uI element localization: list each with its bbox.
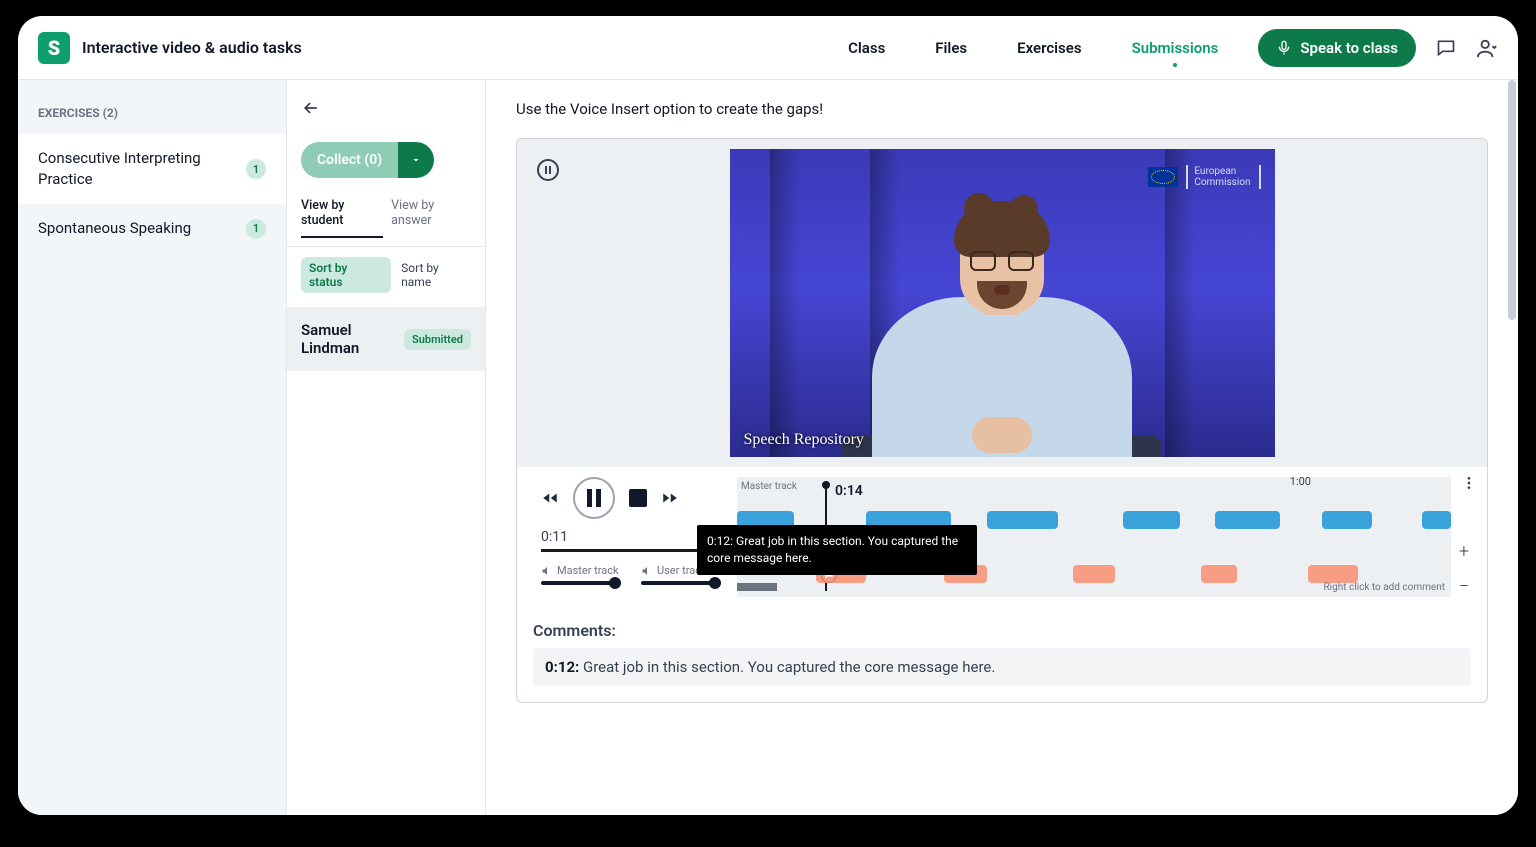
collect-dropdown[interactable]: [398, 142, 434, 178]
topbar: S Interactive video & audio tasks Class …: [18, 16, 1518, 80]
timeline[interactable]: Master track 1:00 0:14 0:12: Great job i…: [737, 477, 1451, 597]
scrollbar[interactable]: [1508, 80, 1516, 815]
chevron-down-icon: [410, 154, 422, 166]
forward-button[interactable]: [661, 489, 679, 507]
collect-button[interactable]: Collect (0): [301, 142, 398, 178]
video-card: EuropeanCommission: [516, 138, 1488, 703]
submissions-panel: Collect (0) View by student View by answ…: [286, 80, 486, 815]
pause-overlay-button[interactable]: [537, 159, 559, 181]
pause-button[interactable]: [573, 477, 615, 519]
nav-files[interactable]: Files: [935, 31, 967, 65]
volume-icon: [541, 565, 553, 577]
sidebar-badge: 1: [246, 219, 266, 239]
content-area: Use the Voice Insert option to create th…: [486, 80, 1518, 815]
master-segment[interactable]: [1215, 511, 1279, 529]
student-name: SamuelLindman: [301, 321, 359, 357]
zoom-in-button[interactable]: +: [1459, 541, 1469, 562]
master-volume-slider[interactable]: [541, 581, 621, 585]
master-track-label: Master track: [557, 564, 619, 577]
progress-bottom: [737, 583, 777, 591]
speak-label: Speak to class: [1300, 39, 1398, 57]
status-badge: Submitted: [404, 329, 471, 350]
student-row[interactable]: SamuelLindman Submitted: [287, 307, 485, 371]
eu-commission-logo: EuropeanCommission: [1148, 163, 1260, 191]
nav-exercises[interactable]: Exercises: [1017, 31, 1081, 65]
nav-class[interactable]: Class: [848, 31, 885, 65]
app-logo: S: [38, 32, 70, 64]
video-watermark: Speech Repository: [744, 431, 864, 449]
user-segment[interactable]: [1308, 565, 1358, 583]
video-area: EuropeanCommission: [517, 139, 1487, 467]
timeline-hint: Right click to add comment: [1324, 582, 1445, 593]
user-segment[interactable]: [1073, 565, 1116, 583]
stop-button[interactable]: [629, 489, 647, 507]
sidebar-badge: 1: [246, 159, 266, 179]
sort-by-status[interactable]: Sort by status: [301, 257, 391, 293]
master-segment[interactable]: [987, 511, 1058, 529]
rewind-button[interactable]: [541, 489, 559, 507]
instruction-text: Use the Voice Insert option to create th…: [516, 100, 1488, 118]
view-by-student-tab[interactable]: View by student: [301, 192, 383, 238]
user-menu-icon[interactable]: [1476, 37, 1498, 59]
back-arrow[interactable]: [301, 98, 471, 118]
comments-section: Comments: 0:12: Great job in this sectio…: [517, 605, 1487, 702]
user-volume-slider[interactable]: [641, 581, 721, 585]
video-frame[interactable]: EuropeanCommission: [730, 149, 1275, 457]
comment-icon[interactable]: [1436, 38, 1456, 58]
sidebar: EXERCISES (2) Consecutive Interpreting P…: [18, 80, 286, 815]
sidebar-item-spontaneous[interactable]: Spontaneous Speaking 1: [18, 204, 286, 253]
sort-by-name[interactable]: Sort by name: [401, 257, 471, 293]
user-segment[interactable]: [1201, 565, 1237, 583]
view-by-answer-tab[interactable]: View by answer: [391, 192, 471, 238]
nav-submissions[interactable]: Submissions: [1132, 31, 1219, 65]
sidebar-item-label: Consecutive Interpreting Practice: [38, 148, 208, 190]
comment-item[interactable]: 0:12: Great job in this section. You cap…: [533, 648, 1471, 686]
master-segment[interactable]: [1322, 511, 1372, 529]
comments-title: Comments:: [533, 621, 1471, 640]
top-nav: Class Files Exercises Submissions: [848, 31, 1218, 65]
more-options-button[interactable]: [1461, 475, 1477, 491]
master-segment[interactable]: [1123, 511, 1180, 529]
volume-icon: [641, 565, 653, 577]
comment-tooltip: 0:12: Great job in this section. You cap…: [697, 525, 977, 575]
app-title: Interactive video & audio tasks: [82, 38, 302, 57]
zoom-out-button[interactable]: −: [1459, 576, 1469, 597]
sidebar-header: EXERCISES (2): [18, 100, 286, 134]
master-segment[interactable]: [1422, 511, 1451, 529]
sidebar-item-label: Spontaneous Speaking: [38, 218, 191, 239]
sidebar-item-consecutive[interactable]: Consecutive Interpreting Practice 1: [18, 134, 286, 204]
player-controls: 0:11 Master track: [517, 467, 1487, 605]
mic-icon: [1276, 40, 1292, 56]
speak-to-class-button[interactable]: Speak to class: [1258, 29, 1416, 67]
